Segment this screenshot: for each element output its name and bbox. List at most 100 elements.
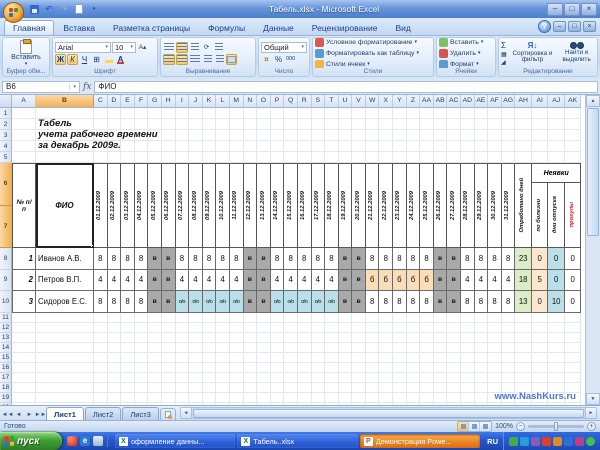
cell[interactable] [297,141,312,152]
cell[interactable] [531,152,549,163]
cell[interactable] [107,312,122,323]
cell[interactable] [121,322,135,333]
header-date-15[interactable]: 15.12.2009 [284,163,298,248]
header-date-11[interactable]: 11.12.2009 [229,163,244,248]
next-sheet-icon[interactable]: ► [24,409,35,420]
zoom-in-icon[interactable]: + [587,422,596,431]
cell[interactable] [189,402,203,405]
cell[interactable] [189,141,203,152]
cell[interactable] [532,402,549,405]
cell[interactable] [515,352,532,363]
cell[interactable] [548,119,565,130]
cell[interactable] [461,382,475,393]
decrease-indent-icon[interactable] [202,54,213,65]
cell[interactable] [243,152,258,163]
cell[interactable] [202,372,217,383]
cell[interactable] [161,312,176,323]
cell[interactable] [216,342,230,353]
cell[interactable] [420,372,434,383]
cell[interactable] [229,352,244,363]
cell[interactable] [284,130,298,141]
cell[interactable] [297,312,312,323]
header-date-28[interactable]: 28.12.2009 [461,163,475,248]
vacation-days-cell[interactable]: 0 [548,248,565,270]
cell[interactable] [175,141,190,152]
cell[interactable] [134,312,149,323]
cell[interactable] [433,362,448,373]
employee-name[interactable]: Петров В.П. [36,269,94,292]
cell[interactable] [311,108,326,119]
tray-icon[interactable] [531,436,540,446]
cell[interactable] [175,342,190,353]
cell[interactable] [338,372,353,383]
cell[interactable] [297,342,312,353]
align-right-icon[interactable] [189,54,201,65]
header-date-13[interactable]: 13.12.2009 [257,163,271,248]
cell[interactable] [406,382,421,393]
cell[interactable] [338,312,353,323]
cell[interactable] [284,152,298,163]
cell[interactable] [488,342,502,353]
day-cell-18[interactable]: 8 [325,248,339,270]
row-header-5[interactable]: 5 [0,152,12,163]
cell[interactable] [257,382,271,393]
cell[interactable] [406,141,421,152]
cell[interactable] [325,372,339,383]
cell[interactable] [297,130,312,141]
worked-days-cell[interactable]: 18 [515,269,532,292]
cell[interactable] [393,362,407,373]
cell[interactable] [94,352,108,363]
cell[interactable] [531,342,549,353]
cell[interactable] [202,312,217,323]
row-header-18[interactable]: 18 [0,382,12,393]
taskbar-button-2[interactable]: X Табель..xlsx [237,434,358,448]
cell[interactable] [311,362,326,373]
cell[interactable] [433,130,448,141]
cell[interactable] [202,322,217,333]
cell[interactable] [161,152,176,163]
cell[interactable] [406,152,421,163]
cell[interactable] [420,322,434,333]
cell[interactable] [202,141,217,152]
column-header-AJ[interactable]: AJ [548,95,565,108]
font-size-combo[interactable]: 10 ▾ [112,41,136,53]
cell[interactable] [107,322,122,333]
cell[interactable] [548,152,565,163]
cell[interactable] [564,342,582,353]
truancy-days-cell[interactable]: 0 [564,269,582,292]
cell[interactable] [447,382,462,393]
day-cell-9[interactable]: о/о [202,291,217,313]
cell[interactable] [311,332,326,343]
cell[interactable] [12,342,36,353]
cell[interactable] [270,322,285,333]
vacation-days-cell[interactable]: 0 [548,269,565,292]
cell[interactable] [175,372,190,383]
header-truancy[interactable]: прогулы [564,183,582,248]
cell[interactable] [365,362,380,373]
cell[interactable] [515,402,532,405]
day-cell-5[interactable]: в [148,269,162,292]
cell[interactable] [420,352,434,363]
cell[interactable] [257,362,271,373]
day-cell-10[interactable]: 4 [216,269,230,292]
cell[interactable] [189,382,203,393]
header-date-12[interactable]: 12.12.2009 [243,163,258,248]
cell[interactable] [501,108,516,119]
day-cell-5[interactable]: в [148,291,162,313]
truancy-days-cell[interactable]: 0 [564,248,582,270]
cell[interactable] [12,352,36,363]
column-header-G[interactable]: G [148,95,162,108]
header-date-21[interactable]: 21.12.2009 [365,163,380,248]
cell[interactable] [148,362,162,373]
cell[interactable] [230,402,244,405]
day-cell-7[interactable]: 8 [175,248,190,270]
cell[interactable] [297,392,312,403]
cell[interactable] [243,130,258,141]
undo-icon[interactable]: ↶ [42,3,56,16]
day-cell-22[interactable]: 8 [379,248,394,270]
cell[interactable] [433,392,448,403]
cell[interactable] [531,130,549,141]
styles-item-1[interactable]: Условное форматирование ▾ [315,38,431,47]
cells-item-3[interactable]: Формат ▾ [439,59,493,68]
cell[interactable] [379,130,394,141]
